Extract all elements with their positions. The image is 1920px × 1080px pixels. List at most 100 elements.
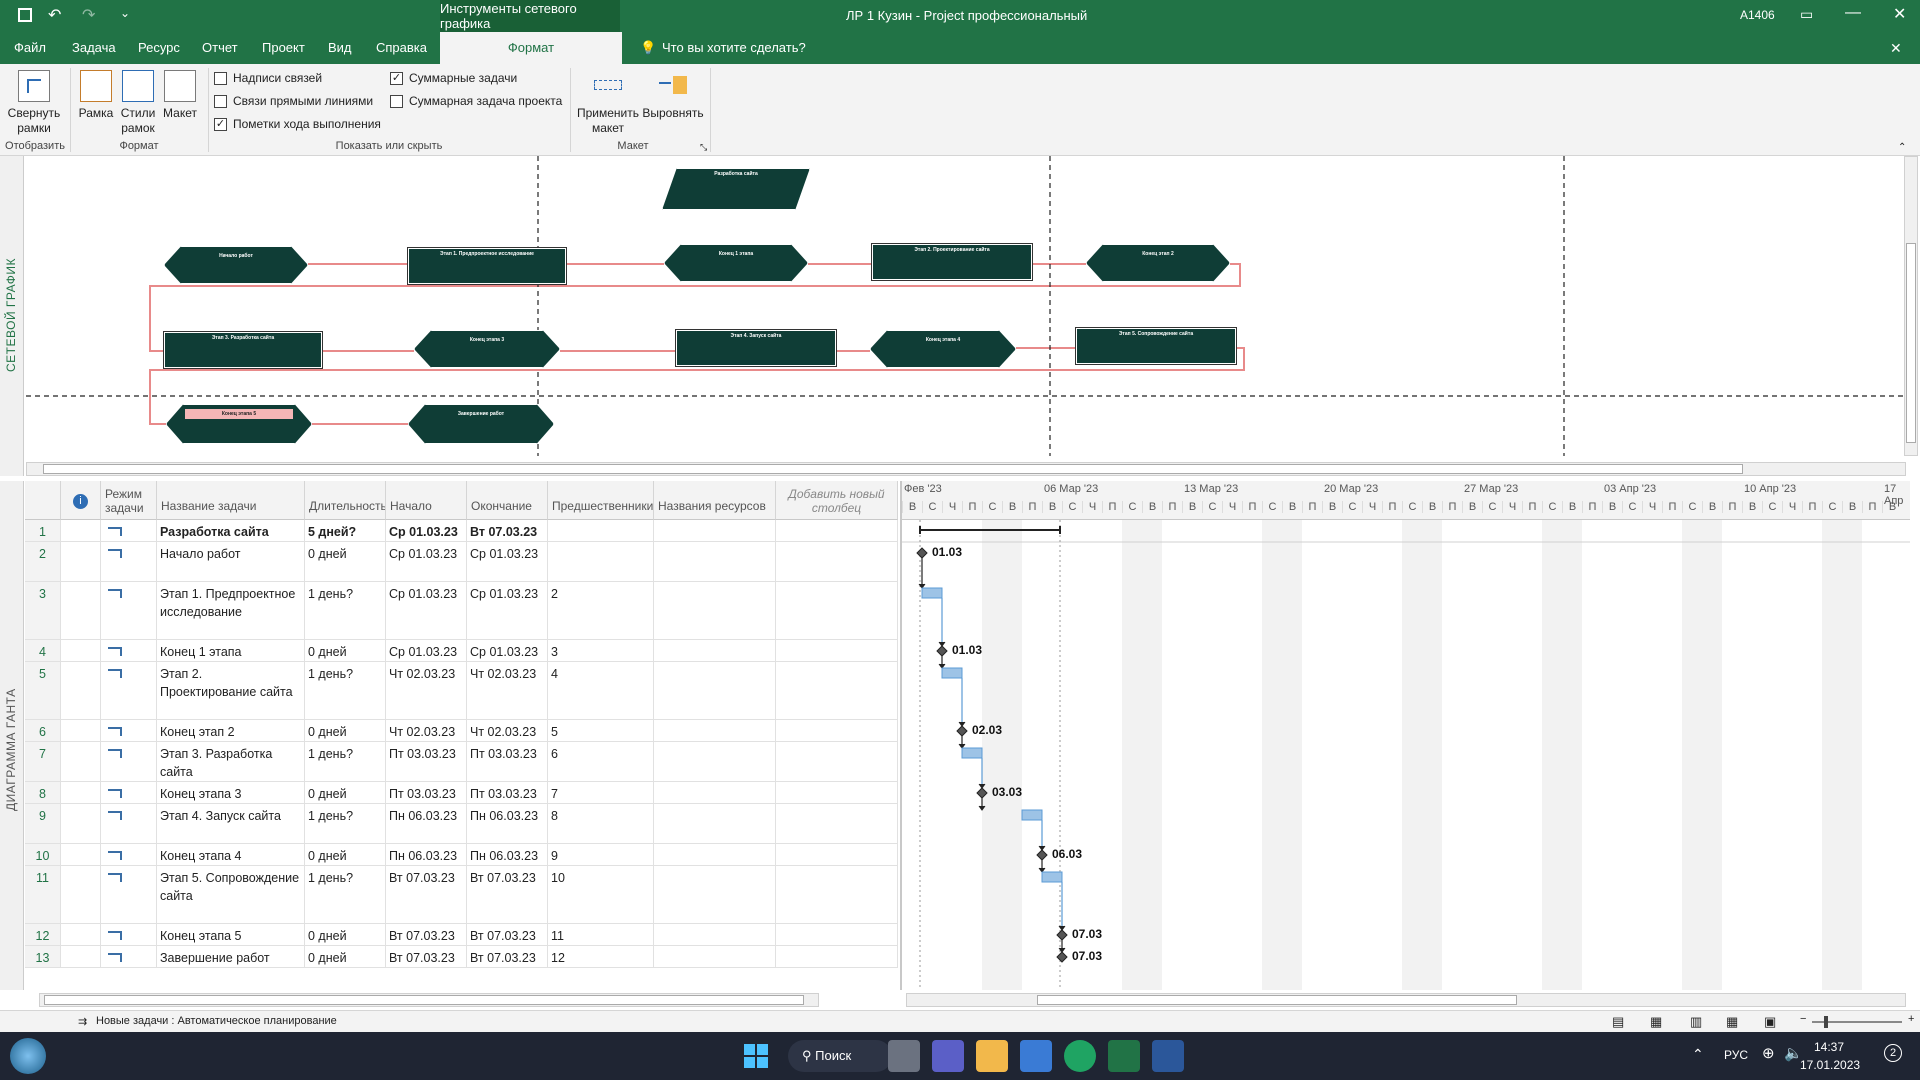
duration-cell[interactable]: 0 дней <box>305 720 386 741</box>
file-explorer-icon[interactable] <box>976 1040 1008 1072</box>
network-node-stage2[interactable]: Этап 2. Проектирование сайта <box>872 244 1032 280</box>
header-mode[interactable]: Режим задачи <box>101 481 157 520</box>
finish-cell[interactable]: Вт 07.03.23 <box>467 924 548 945</box>
table-row[interactable]: 8 Конец этапа 30 дней Пт 03.03.23 Пт 03.03.… <box>25 782 898 804</box>
predecessors-cell[interactable]: 8 <box>548 804 654 843</box>
duration-cell[interactable]: 1 день? <box>305 804 386 843</box>
row-number[interactable]: 7 <box>25 742 61 781</box>
add-column-cell[interactable] <box>776 804 898 843</box>
start-cell[interactable]: Вт 07.03.23 <box>386 924 467 945</box>
task-mode-cell[interactable] <box>101 804 157 843</box>
task-view-icon[interactable] <box>888 1040 920 1072</box>
customize-qat-icon[interactable]: ⌄ <box>120 6 130 20</box>
resources-cell[interactable] <box>654 520 776 541</box>
finish-cell[interactable]: Вт 07.03.23 <box>467 866 548 923</box>
gantt-body[interactable]: 01.03 01.03 02.03 03.03 06.03 07.03 07.03 <box>902 520 1910 990</box>
finish-cell[interactable]: Чт 02.03.23 <box>467 662 548 719</box>
add-column-cell[interactable] <box>776 782 898 803</box>
summary-tasks-checkbox[interactable]: ✓ Суммарные задачи <box>390 71 517 85</box>
task-mode-cell[interactable] <box>101 866 157 923</box>
add-column-cell[interactable] <box>776 582 898 639</box>
duration-cell[interactable]: 0 дней <box>305 924 386 945</box>
start-cell[interactable]: Ср 01.03.23 <box>386 520 467 541</box>
task-name-cell[interactable]: Конец этапа 4 <box>157 844 305 865</box>
indicator-cell[interactable] <box>61 640 101 661</box>
project-summary-checkbox[interactable]: Суммарная задача проекта <box>390 94 562 108</box>
network-node-end5[interactable]: Конец этапа 5 <box>166 404 312 444</box>
undo-icon[interactable]: ↶ <box>48 5 61 25</box>
table-row[interactable]: 5 Этап 2. Проектирование сайта 1 день? Чт 0… <box>25 662 898 720</box>
indicator-cell[interactable] <box>61 866 101 923</box>
start-cell[interactable]: Ср 01.03.23 <box>386 640 467 661</box>
resources-cell[interactable] <box>654 742 776 781</box>
timescale[interactable]: Фев '23 06 Мар '23 13 Мар '23 20 Мар '23 27 … <box>902 481 1910 520</box>
table-hscrollbar[interactable] <box>39 993 819 1007</box>
chart-hscrollbar[interactable] <box>906 993 1906 1007</box>
duration-cell[interactable]: 1 день? <box>305 866 386 923</box>
indicator-cell[interactable] <box>61 924 101 945</box>
predecessors-cell[interactable] <box>548 542 654 581</box>
duration-cell[interactable]: 0 дней <box>305 782 386 803</box>
layout-button[interactable]: Макет <box>160 70 200 121</box>
network-node-stage3[interactable]: Этап 3. Разработка сайта <box>164 332 322 368</box>
resources-cell[interactable] <box>654 804 776 843</box>
table-row[interactable]: 7 Этап 3. Разработка сайта 1 день? Пт 03.03… <box>25 742 898 782</box>
row-number[interactable]: 11 <box>25 866 61 923</box>
finish-cell[interactable]: Вт 07.03.23 <box>467 946 548 967</box>
header-start[interactable]: Начало <box>386 481 467 520</box>
start-cell[interactable]: Пт 03.03.23 <box>386 782 467 803</box>
task-name-cell[interactable]: Начало работ <box>157 542 305 581</box>
network-hscroll-thumb[interactable] <box>43 464 1743 474</box>
predecessors-cell[interactable]: 10 <box>548 866 654 923</box>
report-shortcut-icon[interactable]: ▣ <box>1764 1014 1776 1030</box>
row-number[interactable]: 9 <box>25 804 61 843</box>
input-language[interactable]: РУС <box>1724 1048 1748 1062</box>
finish-cell[interactable]: Ср 01.03.23 <box>467 542 548 581</box>
start-cell[interactable]: Ср 01.03.23 <box>386 582 467 639</box>
chart-hscroll-thumb[interactable] <box>1037 995 1517 1005</box>
tab-format[interactable]: Формат <box>440 32 622 64</box>
add-column-cell[interactable] <box>776 640 898 661</box>
predecessors-cell[interactable]: 2 <box>548 582 654 639</box>
table-row[interactable]: 2 Начало работ 0 дней Ср 01.03.23 Ср 01.03.2… <box>25 542 898 582</box>
start-cell[interactable]: Ср 01.03.23 <box>386 542 467 581</box>
indicator-cell[interactable] <box>61 720 101 741</box>
finish-cell[interactable]: Чт 02.03.23 <box>467 720 548 741</box>
predecessors-cell[interactable]: 11 <box>548 924 654 945</box>
resources-cell[interactable] <box>654 782 776 803</box>
task-mode-cell[interactable] <box>101 542 157 581</box>
predecessors-cell[interactable]: 12 <box>548 946 654 967</box>
finish-cell[interactable]: Пн 06.03.23 <box>467 844 548 865</box>
task-name-cell[interactable]: Конец этапа 5 <box>157 924 305 945</box>
collapse-ribbon-icon[interactable]: ⌃ <box>1898 142 1906 153</box>
tray-chevron-icon[interactable]: ⌃ <box>1692 1046 1704 1063</box>
link-labels-checkbox[interactable]: Надписи связей <box>214 71 322 85</box>
header-duration[interactable]: Длительность <box>305 481 386 520</box>
taskbar-search[interactable]: ⚲ Поиск <box>788 1040 892 1072</box>
ribbon-display-icon[interactable]: ▭ <box>1800 6 1813 23</box>
indicator-cell[interactable] <box>61 782 101 803</box>
minimize-icon[interactable]: — <box>1845 4 1861 22</box>
straight-links-checkbox[interactable]: Связи прямыми линиями <box>214 94 373 108</box>
row-number[interactable]: 4 <box>25 640 61 661</box>
tab-project[interactable]: Проект <box>254 32 313 64</box>
tab-view[interactable]: Вид <box>320 32 360 64</box>
box-button[interactable]: Рамка <box>76 70 116 121</box>
add-column-cell[interactable] <box>776 662 898 719</box>
start-cell[interactable]: Чт 02.03.23 <box>386 720 467 741</box>
start-icon[interactable] <box>740 1040 772 1072</box>
finish-cell[interactable]: Пт 03.03.23 <box>467 782 548 803</box>
add-column-cell[interactable] <box>776 866 898 923</box>
zoom-slider[interactable] <box>1812 1016 1902 1028</box>
tab-resource[interactable]: Ресурс <box>130 32 188 64</box>
header-predecessors[interactable]: Предшественники <box>548 481 654 520</box>
row-number[interactable]: 10 <box>25 844 61 865</box>
network-node-stage1[interactable]: Этап 1. Предпроектное исследование <box>408 248 566 284</box>
table-row[interactable]: 3 Этап 1. Предпроектное исследование 1 ден… <box>25 582 898 640</box>
table-row[interactable]: 9 Этап 4. Запуск сайта 1 день? Пн 06.03.23 П… <box>25 804 898 844</box>
task-mode-cell[interactable] <box>101 720 157 741</box>
clock-time[interactable]: 14:37 <box>1814 1040 1844 1054</box>
resources-cell[interactable] <box>654 946 776 967</box>
task-mode-cell[interactable] <box>101 782 157 803</box>
network-node-start[interactable]: Начало работ <box>164 246 308 284</box>
